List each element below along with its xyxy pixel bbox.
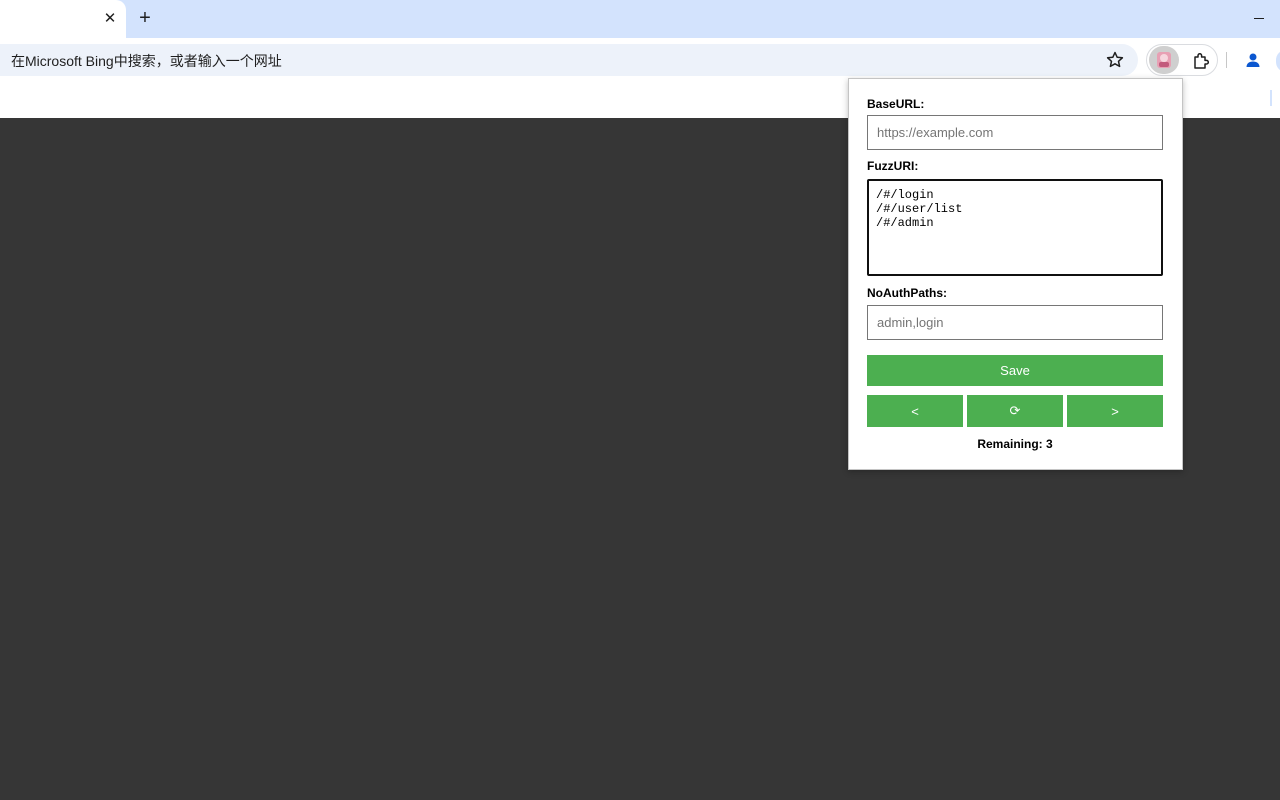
new-tab-button[interactable]: + <box>134 7 156 29</box>
extensions-area <box>1146 44 1218 76</box>
address-bar-placeholder: 在Microsoft Bing中搜索，或者输入一个网址 <box>11 53 282 69</box>
no-auth-paths-label: NoAuthPaths: <box>867 286 947 300</box>
profile-icon[interactable] <box>1243 50 1263 70</box>
save-button[interactable]: Save <box>867 355 1163 386</box>
previous-button[interactable]: < <box>867 395 963 427</box>
bookmarks-divider <box>1270 90 1272 106</box>
star-icon[interactable] <box>1105 50 1125 70</box>
menu-button[interactable] <box>1276 50 1280 72</box>
base-url-label: BaseURL: <box>867 97 925 111</box>
tab-close-icon[interactable]: ✕ <box>100 9 120 29</box>
fuzz-uri-textarea[interactable]: /#/login /#/user/list /#/admin <box>867 179 1163 276</box>
address-bar[interactable]: 在Microsoft Bing中搜索，或者输入一个网址 <box>0 44 1138 76</box>
base-url-input[interactable] <box>867 115 1163 150</box>
extension-popup: BaseURL: FuzzURI: /#/login /#/user/list … <box>848 78 1183 470</box>
minimize-icon[interactable] <box>1250 8 1270 28</box>
puzzle-icon[interactable] <box>1191 51 1211 71</box>
next-button[interactable]: > <box>1067 395 1163 427</box>
extension-avatar-icon[interactable] <box>1149 46 1179 74</box>
active-tab[interactable]: ✕ <box>0 0 126 38</box>
tab-strip: ✕ + <box>0 0 1280 38</box>
browser-toolbar: 在Microsoft Bing中搜索，或者输入一个网址 <box>0 38 1280 80</box>
toolbar-separator <box>1226 52 1227 68</box>
no-auth-paths-input[interactable] <box>867 305 1163 340</box>
refresh-button[interactable]: ⟳ <box>967 395 1063 427</box>
remaining-count: Remaining: 3 <box>977 437 1053 451</box>
fuzz-uri-label: FuzzURI: <box>867 159 919 173</box>
